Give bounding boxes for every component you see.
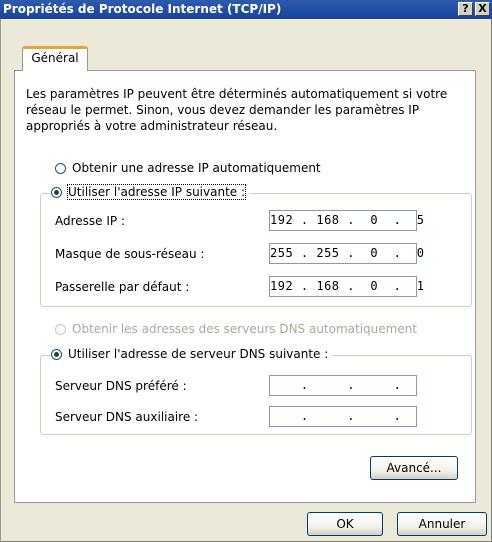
title-bar: Propriétés de Protocole Internet (TCP/IP… [0,0,492,19]
description-text: Les paramètres IP peuvent être déterminé… [26,87,448,133]
radio-ip-auto-label: Obtenir une adresse IP automatiquement [72,161,321,175]
close-button[interactable]: X [475,2,490,16]
radio-dns-auto-indicator [55,323,66,335]
default-gateway-field[interactable]: 192 . 168 . 0 . 1 [269,276,424,297]
radio-dns-auto[interactable]: Obtenir les adresses des serveurs DNS au… [55,322,422,336]
default-gateway-label: Passerelle par défaut : [55,280,190,294]
alternate-dns-label: Serveur DNS auxiliaire : [55,410,199,424]
ok-button[interactable]: OK [307,512,383,536]
radio-ip-auto-indicator [55,162,66,174]
radio-dns-auto-label: Obtenir les adresses des serveurs DNS au… [72,322,418,336]
cancel-button[interactable]: Annuler [397,512,487,536]
radio-ip-auto[interactable]: Obtenir une adresse IP automatiquement [55,161,325,175]
preferred-dns-field[interactable]: . . . [269,375,417,396]
ip-address-field[interactable]: 192 . 168 . 0 . 5 [269,210,424,231]
preferred-dns-label: Serveur DNS préféré : [55,379,187,393]
ip-address-label: Adresse IP : [55,214,126,228]
help-button[interactable]: ? [458,2,473,16]
radio-ip-manual-label: Utiliser l'adresse IP suivante : [66,184,247,200]
advanced-button[interactable]: Avancé... [370,456,458,480]
radio-ip-manual[interactable]: Utiliser l'adresse IP suivante : [51,184,250,200]
subnet-mask-field[interactable]: 255 . 255 . 0 . 0 [269,243,424,264]
window-title: Propriétés de Protocole Internet (TCP/IP… [3,2,282,16]
subnet-mask-label: Masque de sous-réseau : [55,247,205,261]
radio-dns-manual-indicator [51,348,62,360]
radio-ip-manual-indicator [51,186,62,198]
alternate-dns-field[interactable]: . . . [269,406,417,427]
radio-dns-manual[interactable]: Utiliser l'adresse de serveur DNS suivan… [51,347,333,361]
tab-general[interactable]: Général [22,46,88,71]
radio-dns-manual-label: Utiliser l'adresse de serveur DNS suivan… [68,347,329,361]
